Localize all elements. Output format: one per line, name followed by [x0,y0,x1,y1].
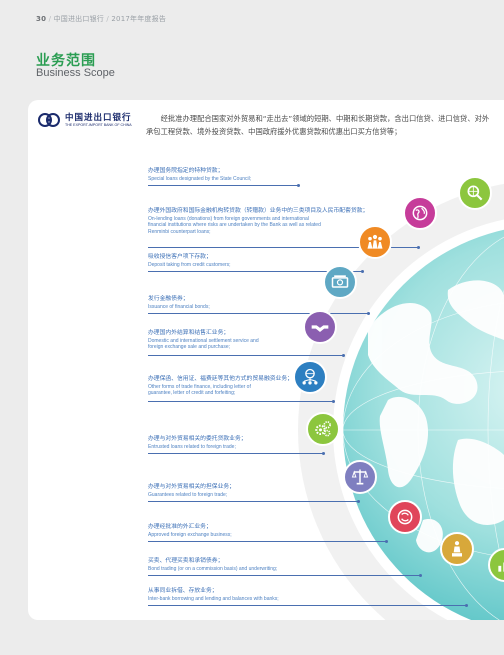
item-divider [148,605,466,607]
item-divider-dot [342,353,345,357]
business-item-en: financial institutions where risks are u… [148,222,321,229]
business-item: 办理与对外贸易相关的委托贷款业务； Entrusted loans related… [148,436,448,450]
item-divider [148,541,386,543]
person-podium-icon [440,532,474,566]
item-divider [148,453,323,455]
item-divider [148,400,333,402]
item-divider [148,185,298,187]
business-item: 买卖、代理买卖和承销债券； Bond trading (or on a commi… [148,558,448,572]
business-item-en: Bond trading (or on a commission basis) … [148,565,278,572]
business-item-en: Entrusted loans related to foreign trade… [148,443,236,450]
globe-icon [403,196,437,230]
business-item: 办理与对外贸易相关的担保业务； Guarantees related to for… [148,484,448,498]
bank-logo-icon [38,113,60,127]
scales-icon [343,460,377,494]
business-item-zh: 吸收授信客户项下存款； [148,254,212,260]
content-card: 中国进出口银行 THE EXPORT-IMPORT BANK OF CHINA … [28,100,504,620]
business-item-en: guarantee, letter of credit and forfeiti… [148,390,236,397]
business-item-zh: 从事同业拆借、存放业务； [148,588,218,594]
search-globe-icon [458,176,492,210]
header-bank-name: 中国进出口银行 [53,15,104,23]
business-item-zh: 办理国务院指定的特种贷款； [148,168,224,174]
page-number: 30 [36,15,47,23]
business-item-en: Deposit taking from credit customers; [148,261,231,268]
business-item-zh: 办理经批准的外汇业务； [148,524,212,530]
item-divider [148,575,420,577]
bank-logo: 中国进出口银行 THE EXPORT-IMPORT BANK OF CHINA [38,112,132,128]
business-item-zh: 办理与对外贸易相关的担保业务； [148,484,235,490]
business-item: 办理国务院指定的特种贷款； Special loans designated by… [148,168,448,182]
item-divider-dot [332,399,335,403]
item-divider [148,354,343,356]
business-item-en: foreign exchange sale and purchase; [148,344,231,351]
people-group-icon [358,225,392,259]
business-item-zh: 办理与对外贸易相关的委托贷款业务； [148,436,247,442]
business-item: 发行金融债券； Issuance of financial bonds; [148,296,448,310]
business-item-en: Issuance of financial bonds; [148,303,210,310]
money-icon [323,265,357,299]
business-item: 从事同业拆借、存放业务； Inter-bank borrowing and len… [148,588,448,602]
business-item: 办理国内外结算和结售汇业务； Domestic and international… [148,330,448,351]
bank-logo-en: THE EXPORT-IMPORT BANK OF CHINA [65,122,132,127]
bank-logo-zh: 中国进出口银行 [65,112,132,123]
business-item-en: Special loans designated by the State Co… [148,175,252,182]
page-header: 30 / 中国进出口银行 / 2017年年度报告 [36,15,167,23]
header-report-title: 2017年年度报告 [111,15,167,23]
business-item-zh: 买卖、代理买卖和承销债券； [148,558,224,564]
handshake-icon [303,310,337,344]
item-divider [148,501,358,503]
business-item-zh: 发行金融债券； [148,296,189,302]
gears-icon [306,412,340,446]
intro-paragraph: 经批准办理配合国家对外贸易和“走出去”领域的短期、中期和长期贷款，含出口信贷、进… [146,114,490,136]
business-item-zh: 办理外国政府和国际金融机构转贷款（转赠款）业务中的三类项目及人民币配套贷款； [148,208,369,214]
business-item-en: Domestic and international settlement se… [148,337,259,344]
currency-exchange-icon [388,500,422,534]
business-item-en: Renminbi counterpart loans; [148,229,211,236]
business-item-en: Guarantees related to foreign trade; [148,491,228,498]
network-globe-icon [293,360,327,394]
business-item: 吸收授信客户项下存款； Deposit taking from credit cu… [148,254,448,268]
item-divider-dot [417,246,420,249]
item-divider [148,313,368,315]
section-title-en: Business Scope [36,67,115,79]
business-item-en: Inter-bank borrowing and lending and bal… [148,595,279,602]
